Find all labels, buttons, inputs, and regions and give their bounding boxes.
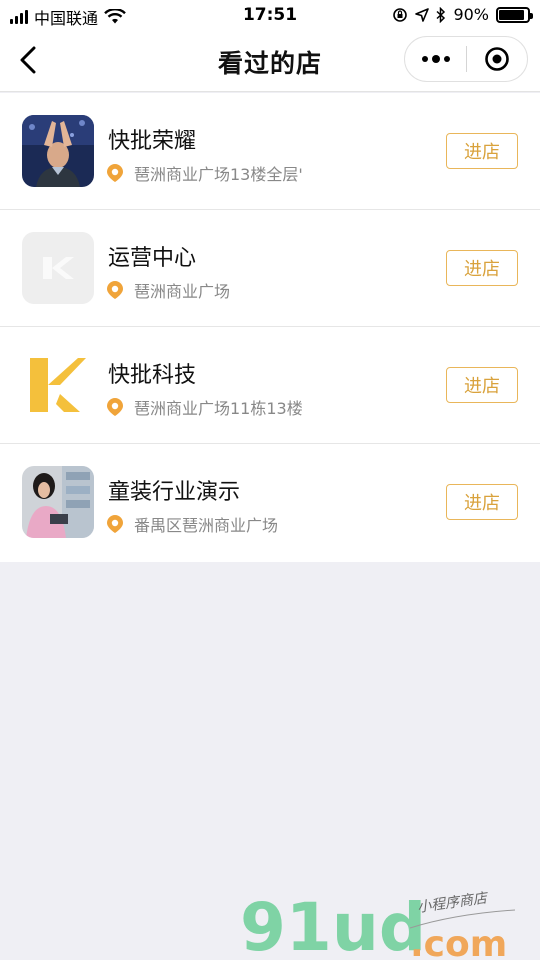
location-pin-icon [107,281,123,299]
shop-thumbnail-photo [22,466,94,538]
enter-shop-button[interactable]: 进店 [446,250,518,286]
mini-program-capsule [404,36,528,82]
battery-icon [496,6,533,23]
location-pin-icon [107,398,123,416]
shop-address-text: 番禺区琶洲商业广场 [134,516,279,535]
watermark-tagline: 小程序商店 [416,890,490,916]
location-pin-icon [107,164,123,182]
list-item[interactable]: 运营中心 琶洲商业广场 进店 [0,210,540,327]
shop-address: 琶洲商业广场13楼全层' [106,161,303,185]
watermark-main: 91ud [240,889,426,958]
more-button[interactable] [405,37,466,81]
close-button[interactable] [467,37,527,81]
shop-name: 快批荣耀 [108,129,197,154]
enter-shop-button[interactable]: 进店 [446,133,518,169]
list-item[interactable]: 快批科技 琶洲商业广场11栋13楼 进店 [0,327,540,444]
status-right: 90% [392,5,533,24]
watermark-logo: 91ud .com 小程序商店 [240,889,516,958]
battery-percent: 90% [453,5,489,24]
shop-thumbnail-logo [22,349,94,421]
shop-name: 童装行业演示 [108,480,241,505]
list-item[interactable]: 童装行业演示 番禺区琶洲商业广场 进店 [0,444,540,562]
shop-address: 琶洲商业广场 [106,278,230,302]
shop-thumbnail-photo [22,115,94,187]
enter-shop-button[interactable]: 进店 [446,484,518,520]
location-arrow-icon [415,7,430,22]
watermark-domain: .com [410,924,507,958]
location-pin-icon [107,515,123,533]
list-item[interactable]: 快批荣耀 琶洲商业广场13楼全层' 进店 [0,93,540,210]
nav-bar: 看过的店 [0,30,540,92]
shop-address-text: 琶洲商业广场 [134,282,231,301]
enter-shop-button[interactable]: 进店 [446,367,518,403]
status-bar: 中国联通 17:51 90% [0,0,540,30]
bluetooth-icon [436,6,446,23]
shop-name: 快批科技 [108,363,197,388]
shop-address-text: 琶洲商业广场13楼全层' [134,165,303,184]
shop-name: 运营中心 [108,246,197,271]
shop-address: 番禺区琶洲商业广场 [106,512,278,536]
battery-fill [499,9,525,20]
shop-address: 琶洲商业广场11栋13楼 [106,395,303,419]
shop-list: 快批荣耀 琶洲商业广场13楼全层' 进店 运营中心 琶洲商业广场 进店 快批科技… [0,93,540,562]
shop-address-text: 琶洲商业广场11栋13楼 [134,399,303,418]
target-circle-icon [485,47,509,71]
orientation-lock-icon [393,7,408,22]
shop-thumbnail-logo [22,232,94,304]
more-dots-icon [421,56,428,62]
